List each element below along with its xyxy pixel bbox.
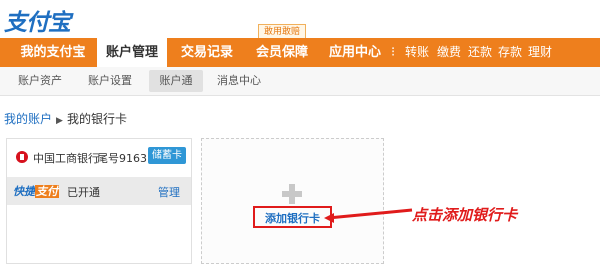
subnav-account-assets[interactable]: 账户资产 — [16, 70, 64, 92]
card-type-badge: 储蓄卡 — [148, 147, 186, 164]
bank-name: 中国工商银行 — [33, 152, 99, 165]
quickpay-text: 快捷 — [13, 185, 35, 198]
add-card-panel[interactable]: 添加银行卡 — [201, 138, 384, 264]
card-tail-number: 尾号9163 — [97, 152, 147, 165]
icbc-logo-icon — [16, 151, 28, 163]
quickpay-status: 已开通 — [67, 186, 100, 199]
breadcrumb-arrow-icon: ▶ — [56, 116, 63, 126]
nav-app-center[interactable]: 应用中心 — [322, 38, 388, 67]
nav-member-protection[interactable]: 会员保障 — [247, 38, 317, 67]
nav-link-transfer[interactable]: 转账 — [405, 38, 429, 67]
subnav-account-link[interactable]: 账户通 — [149, 70, 203, 92]
alipay-logo[interactable]: 支付宝 — [4, 3, 71, 37]
plus-icon-bar[interactable] — [282, 191, 302, 197]
breadcrumb-my-account[interactable]: 我的账户 — [4, 112, 52, 126]
sub-nav: 账户资产 账户设置 账户通 消息中心 — [0, 67, 600, 96]
bank-card: 中国工商银行 尾号9163 储蓄卡 快捷支付 已开通 管理 — [6, 138, 192, 264]
nav-link-wealth[interactable]: 理财 — [528, 38, 552, 67]
manage-link[interactable]: 管理 — [158, 184, 180, 200]
nav-my-alipay[interactable]: 我的支付宝 — [10, 38, 96, 67]
main-nav: 我的支付宝 账户管理 交易记录 会员保障 应用中心 ⁝ 转账 缴费 还款 存款 … — [0, 38, 600, 67]
annotation-arrow-icon — [324, 208, 413, 223]
quickpay-highlight: 支付 — [35, 185, 59, 198]
quickpay-logo: 快捷支付 — [13, 183, 59, 199]
subnav-message-center[interactable]: 消息中心 — [215, 70, 263, 92]
subnav-account-settings[interactable]: 账户设置 — [86, 70, 134, 92]
nav-link-deposit[interactable]: 存款 — [498, 38, 522, 67]
nav-divider-icon: ⁝ — [391, 45, 396, 60]
breadcrumb-current: 我的银行卡 — [66, 112, 127, 126]
breadcrumb: 我的账户 ▶ 我的银行卡 — [4, 110, 127, 127]
nav-link-pay-bills[interactable]: 缴费 — [437, 38, 461, 67]
nav-transaction-records[interactable]: 交易记录 — [172, 38, 242, 67]
add-bank-card-button[interactable]: 添加银行卡 — [253, 206, 332, 228]
nav-link-repay[interactable]: 还款 — [468, 38, 492, 67]
annotation-text: 点击添加银行卡 — [412, 206, 518, 224]
nav-account-management[interactable]: 账户管理 — [97, 38, 167, 67]
quickpay-row: 快捷支付 已开通 管理 — [7, 177, 191, 205]
